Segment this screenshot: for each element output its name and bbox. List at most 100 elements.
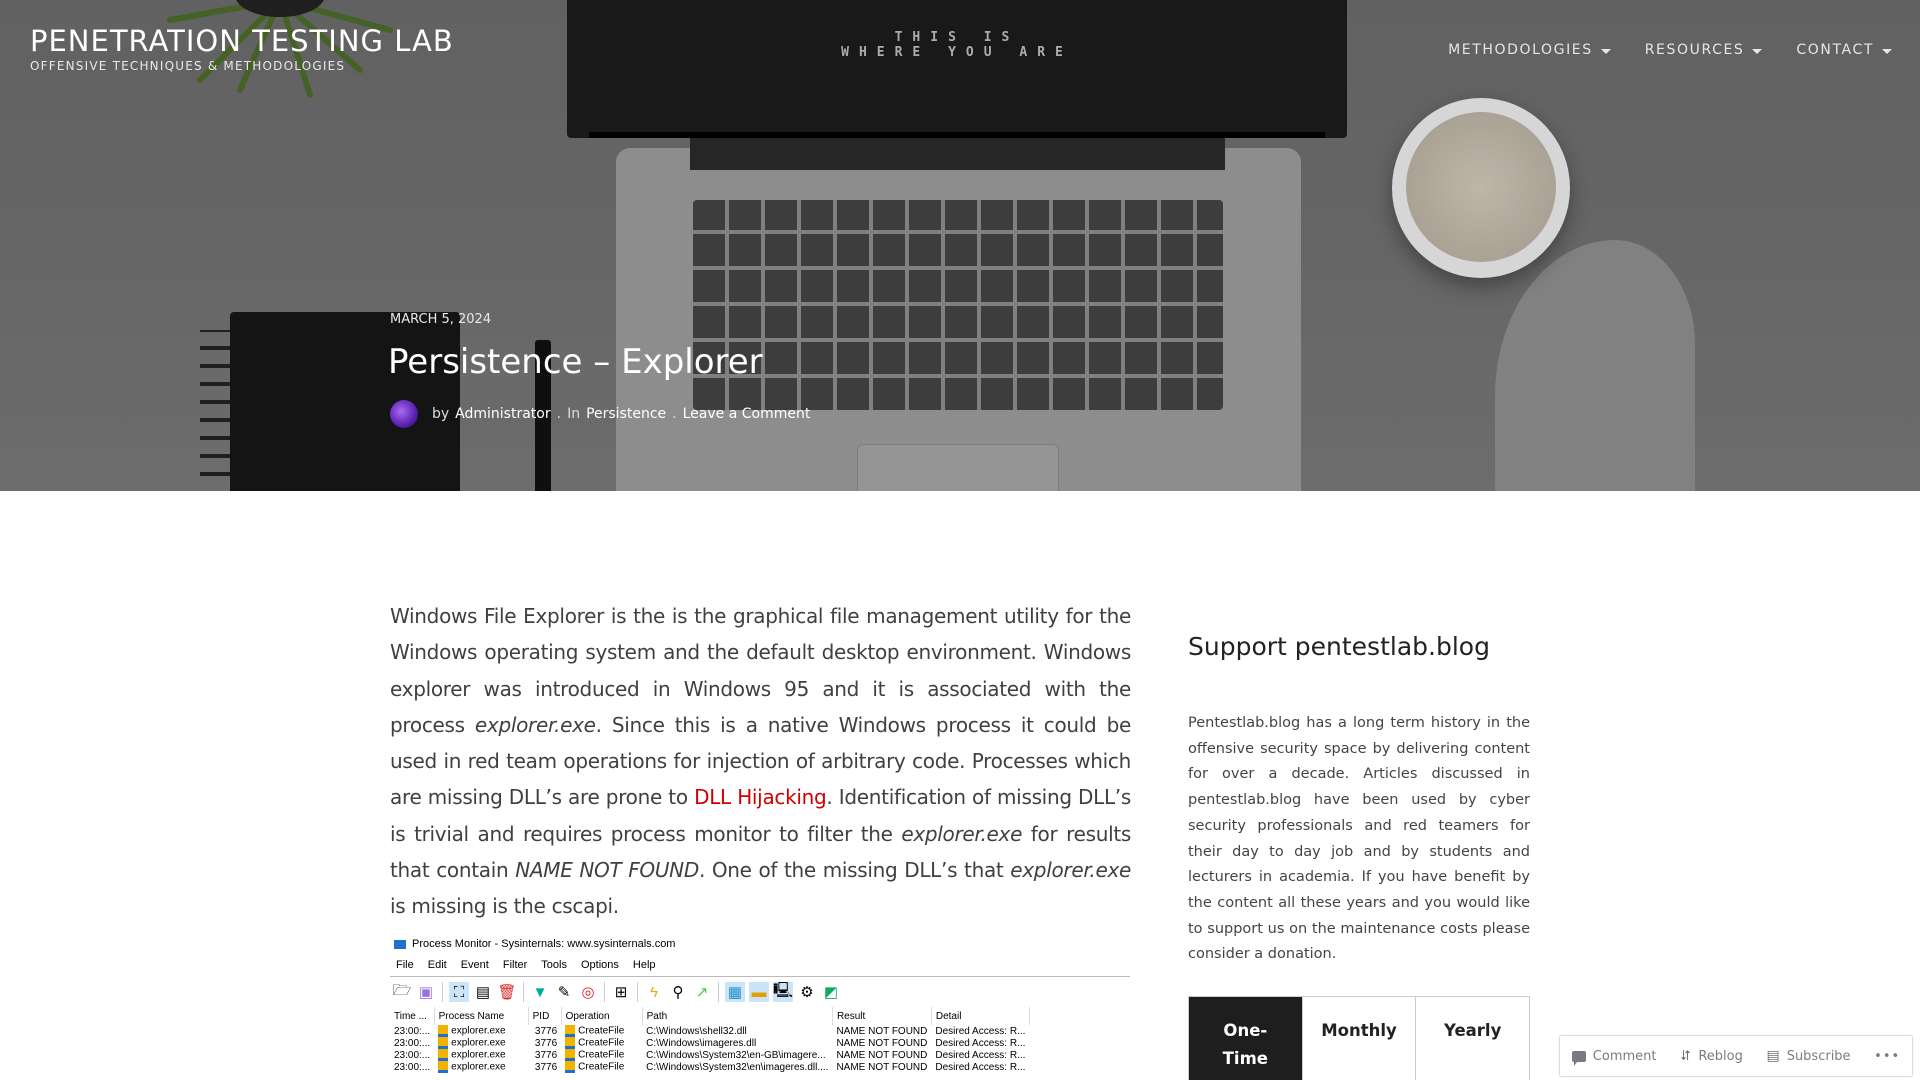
reblog-label: Reblog xyxy=(1698,1048,1743,1064)
filter-icon: ▼ xyxy=(532,983,548,1001)
cell-time: 23:00:... xyxy=(394,1025,431,1037)
site-title-link[interactable]: PENETRATION TESTING LAB xyxy=(30,24,454,58)
cell-time: 23:00:... xyxy=(394,1037,431,1049)
operation-icon xyxy=(565,1037,576,1049)
capture-icon: ⛶ xyxy=(449,982,469,1002)
cell-detail: Desired Access: R... xyxy=(935,1049,1026,1061)
post-content: Windows File Explorer is the is the grap… xyxy=(390,598,1131,925)
nav-item-label: METHODOLOGIES xyxy=(1448,42,1593,58)
cell-time: 23:00:... xyxy=(394,1061,431,1073)
target-icon: ◎ xyxy=(581,984,595,1001)
em-text: explorer.exe xyxy=(1010,858,1132,883)
process-tree-icon: ⊞ xyxy=(614,984,628,1001)
column-header-path: Path xyxy=(642,1007,833,1025)
tab-yearly[interactable]: Yearly xyxy=(1416,997,1529,1080)
em-text: explorer.exe xyxy=(901,821,1023,846)
caret-down-icon xyxy=(1600,48,1611,54)
cell-operation: CreateFile xyxy=(561,1025,642,1037)
table-row: 23:00:... explorer.exe 3776 CreateFile C… xyxy=(390,1025,1029,1037)
cell-detail: Desired Access: R... xyxy=(935,1061,1026,1073)
comment-button[interactable]: Comment xyxy=(1571,1048,1657,1066)
site-tagline: OFFENSIVE TECHNIQUES & METHODOLOGIES xyxy=(30,59,346,73)
cell-result: NAME NOT FOUND xyxy=(836,1037,928,1049)
nav-item-methodologies[interactable]: METHODOLOGIES xyxy=(1448,42,1611,58)
save-icon: ▣ xyxy=(418,984,434,1001)
cell-pid: 3776 xyxy=(534,1037,558,1049)
cell-path: C:\Windows\System32\en\imageres.dll.... xyxy=(646,1061,829,1073)
cell-process: explorer.exe xyxy=(434,1049,528,1061)
process-icon xyxy=(438,1025,449,1037)
author-avatar[interactable] xyxy=(390,400,418,428)
tab-label: Monthly xyxy=(1321,1021,1397,1040)
author-link[interactable]: Administrator xyxy=(455,406,550,422)
dll-hijacking-link[interactable]: DLL Hijacking xyxy=(694,785,827,809)
operation-icon xyxy=(565,1049,576,1061)
operation-name: CreateFile xyxy=(578,1037,625,1049)
donation-frequency-tabs: One-Time Monthly Yearly xyxy=(1188,996,1530,1080)
find-icon: ⚲ xyxy=(672,984,684,1001)
cell-operation: CreateFile xyxy=(561,1049,642,1061)
subscribe-button[interactable]: ▤ Subscribe xyxy=(1766,1048,1850,1064)
tab-monthly[interactable]: Monthly xyxy=(1303,997,1417,1080)
cell-detail: Desired Access: R... xyxy=(935,1037,1026,1049)
cell-path: C:\Windows\shell32.dll xyxy=(646,1025,747,1037)
procmon-menu-help: Help xyxy=(632,959,656,971)
process-name: explorer.exe xyxy=(451,1037,506,1049)
category-link[interactable]: Persistence xyxy=(586,406,666,422)
process-icon xyxy=(438,1049,449,1061)
cell-process: explorer.exe xyxy=(434,1025,528,1037)
cell-pid: 3776 xyxy=(534,1025,558,1037)
post-date[interactable]: MARCH 5, 2024 xyxy=(390,312,491,327)
jump-icon: ↗ xyxy=(695,984,709,1001)
tab-label: One-Time xyxy=(1222,1021,1268,1068)
procmon-menu-filter: Filter xyxy=(502,959,528,971)
hero-overlay xyxy=(0,0,1920,491)
more-button[interactable]: ••• xyxy=(1874,1049,1900,1064)
comment-icon xyxy=(1571,1050,1586,1066)
process-name: explorer.exe xyxy=(451,1049,506,1061)
cell-result: NAME NOT FOUND xyxy=(836,1049,928,1061)
nav-item-label: CONTACT xyxy=(1796,42,1874,58)
process-monitor-screenshot[interactable]: Process Monitor - Sysinternals: www.sysi… xyxy=(390,934,1130,1080)
period: . xyxy=(556,406,562,422)
reblog-button[interactable]: ⮃ Reblog xyxy=(1680,1048,1743,1064)
autoscroll-icon: ▤ xyxy=(475,984,491,1001)
text: . One of the missing DLL’s that xyxy=(698,858,1011,883)
caret-down-icon xyxy=(1882,48,1892,54)
table-header-row: Time ... Process Name PID Operation Path… xyxy=(390,1007,1030,1025)
process-thread-icon: ⚙ xyxy=(800,984,814,1001)
operation-icon xyxy=(565,1025,576,1037)
procmon-menu-edit: Edit xyxy=(427,959,447,971)
leave-comment-link[interactable]: Leave a Comment xyxy=(683,406,811,422)
events-icon: ϟ xyxy=(650,983,658,1001)
column-header-detail: Detail xyxy=(931,1007,1030,1025)
cell-pid: 3776 xyxy=(534,1061,558,1073)
cell-process: explorer.exe xyxy=(434,1037,528,1049)
procmon-events-table: Time ... Process Name PID Operation Path… xyxy=(390,1007,1030,1073)
post-meta: by Administrator. In Persistence. Leave … xyxy=(390,400,810,428)
table-row: 23:00:... explorer.exe 3776 CreateFile C… xyxy=(390,1061,1029,1073)
in-label: In xyxy=(567,406,581,422)
process-name: explorer.exe xyxy=(451,1061,506,1073)
nav-item-contact[interactable]: CONTACT xyxy=(1796,42,1892,58)
nav-item-resources[interactable]: RESOURCES xyxy=(1645,42,1763,58)
process-icon xyxy=(438,1061,449,1073)
procmon-menubar: File Edit Event Filter Tools Options Hel… xyxy=(390,954,1130,977)
operation-name: CreateFile xyxy=(578,1061,625,1073)
operation-name: CreateFile xyxy=(578,1025,625,1037)
tab-one-time[interactable]: One-Time xyxy=(1189,997,1303,1080)
action-bar: Comment ⮃ Reblog ▤ Subscribe ••• xyxy=(1559,1035,1913,1077)
reblog-icon: ⮃ xyxy=(1680,1048,1692,1064)
table-row: 23:00:... explorer.exe 3776 CreateFile C… xyxy=(390,1049,1029,1061)
cell-operation: CreateFile xyxy=(561,1037,642,1049)
operation-name: CreateFile xyxy=(578,1049,625,1061)
column-header-result: Result xyxy=(832,1007,932,1025)
subscribe-icon: ▤ xyxy=(1766,1048,1780,1064)
support-widget-title: Support pentestlab.blog xyxy=(1188,632,1490,661)
network-icon: 🖳 xyxy=(773,982,793,1002)
caret-down-icon xyxy=(1752,48,1763,54)
comment-label: Comment xyxy=(1592,1048,1657,1064)
cell-process: explorer.exe xyxy=(434,1061,528,1073)
cell-operation: CreateFile xyxy=(561,1061,642,1073)
hero-header: THIS IS WHERE YOU ARE PENETRATION TESTIN… xyxy=(0,0,1920,491)
